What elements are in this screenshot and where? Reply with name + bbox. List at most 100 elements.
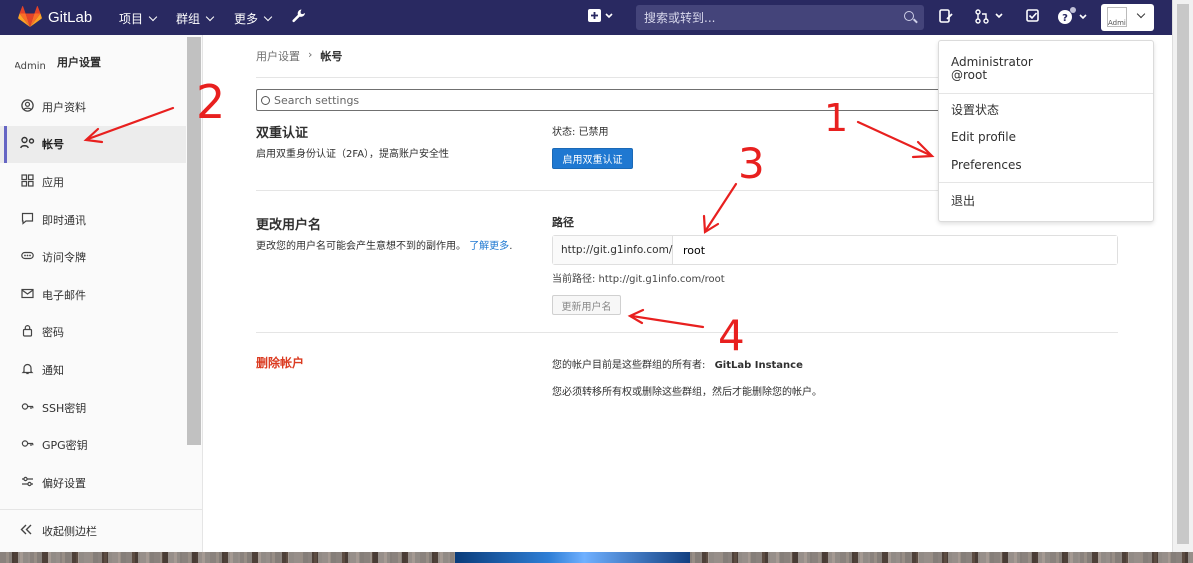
nav-more-label: 更多 (234, 12, 259, 26)
todos-icon[interactable] (1026, 9, 1040, 27)
owner-text: 您的帐户目前是这些群组的所有者: (552, 360, 706, 371)
annotation-arrowhead-4 (627, 308, 645, 325)
sidebar-item-profile[interactable]: 用户资料 (0, 88, 186, 126)
global-search[interactable] (636, 5, 924, 30)
page-scrollbar-thumb[interactable] (1177, 4, 1189, 544)
sidebar-item-applications[interactable]: 应用 (0, 163, 186, 201)
collapse-sidebar-button[interactable]: 收起侧边栏 (0, 509, 202, 552)
annotation-arrowhead-1 (911, 140, 935, 159)
set-status-item[interactable]: 设置状态 (951, 101, 999, 118)
sidebar-item-label: 即时通讯 (42, 213, 86, 227)
dropdown-username[interactable]: @root (951, 68, 987, 82)
chevron-down-icon (263, 12, 273, 22)
user-circle-icon (20, 99, 34, 115)
owner-group-name[interactable]: GitLab Instance (715, 360, 803, 371)
delete-account-title: 删除帐户 (256, 356, 305, 370)
annotation-arrow-4 (630, 314, 705, 329)
admin-wrench-icon[interactable] (291, 8, 307, 28)
double-chevron-left-icon (20, 524, 32, 538)
breadcrumb-parent-link[interactable]: 用户设置 (256, 48, 300, 64)
two-factor-status: 状态: 已禁用 (552, 127, 609, 138)
sidebar-item-emails[interactable]: 电子邮件 (0, 276, 186, 314)
sidebar-item-ssh-keys[interactable]: SSH密钥 (0, 389, 186, 427)
sidebar-item-notifications[interactable]: 通知 (0, 351, 186, 389)
settings-sidebar: Admin 用户设置 用户资料 帐号 应用 即时通讯 访问令牌 电子邮件 密码 … (0, 35, 203, 552)
sidebar-nav: 用户资料 帐号 应用 即时通讯 访问令牌 电子邮件 密码 通知 SSH密钥 GP… (0, 88, 186, 502)
key-icon (20, 437, 34, 453)
gitlab-home-link[interactable]: GitLab (18, 6, 92, 28)
mail-icon (20, 287, 34, 303)
sidebar-item-label: 访问令牌 (42, 251, 86, 265)
sidebar-item-preferences[interactable]: 偏好设置 (0, 464, 186, 502)
global-search-input[interactable] (636, 5, 886, 30)
user-dropdown-menu: Administrator @root 设置状态 Edit profile Pr… (938, 40, 1154, 222)
annotation-number-3: 3 (738, 139, 765, 188)
divider (939, 182, 1153, 183)
merge-requests-icon[interactable] (975, 9, 1005, 28)
settings-search[interactable] (256, 89, 956, 111)
search-icon (261, 95, 270, 105)
chevron-down-icon (205, 12, 215, 22)
annotation-arrowhead-3 (702, 214, 720, 234)
update-username-button[interactable]: 更新用户名 (552, 295, 621, 315)
help-icon[interactable]: ? (1057, 7, 1091, 29)
nav-projects[interactable]: 项目 (119, 10, 158, 27)
sidebar-avatar: Admin (14, 47, 47, 77)
token-icon (20, 249, 34, 265)
sidebar-item-gpg-keys[interactable]: GPG密钥 (0, 426, 186, 464)
key-icon (20, 400, 34, 416)
applications-icon (20, 174, 34, 190)
breadcrumb-separator: › (308, 48, 313, 61)
chevron-down-icon (1136, 9, 1146, 19)
account-icon (20, 136, 35, 152)
sidebar-item-label: GPG密钥 (42, 439, 88, 453)
collapse-sidebar-label: 收起侧边栏 (42, 525, 97, 538)
sidebar-scrollbar[interactable] (187, 37, 201, 445)
nav-more[interactable]: 更多 (234, 10, 273, 27)
gitlab-logo-icon (18, 6, 42, 27)
change-username-title: 更改用户名 (256, 218, 322, 233)
sidebar-item-password[interactable]: 密码 (0, 314, 186, 352)
enable-2fa-button[interactable]: 启用双重认证 (552, 148, 633, 169)
chevron-down-icon (148, 12, 158, 22)
sidebar-item-label: 电子邮件 (42, 288, 86, 302)
settings-search-input[interactable] (274, 93, 934, 107)
sidebar-item-label: 应用 (42, 175, 64, 189)
sidebar-item-label: 帐号 (42, 138, 64, 152)
sidebar-item-account[interactable]: 帐号 (0, 125, 186, 164)
page-scrollbar[interactable] (1172, 0, 1193, 552)
owner-text-row: 您的帐户目前是这些群组的所有者: GitLab Instance (552, 356, 803, 371)
bell-icon (20, 362, 34, 378)
annotation-arrow-1 (856, 120, 932, 157)
issues-icon[interactable] (939, 9, 953, 28)
dropdown-user-name[interactable]: Administrator (951, 55, 1033, 69)
new-item-plus-icon[interactable] (588, 9, 614, 27)
sidebar-item-chat[interactable]: 即时通讯 (0, 201, 186, 239)
chat-icon (20, 212, 34, 228)
nav-groups-label: 群组 (176, 12, 201, 26)
sidebar-item-access-tokens[interactable]: 访问令牌 (0, 238, 186, 276)
learn-more-link[interactable]: 了解更多 (469, 241, 509, 252)
edit-profile-item[interactable]: Edit profile (951, 130, 1016, 144)
nav-projects-label: 项目 (119, 12, 144, 26)
browser-window: GitLab 项目 群组 更多 ? (0, 0, 1172, 552)
url-prefix: http://git.g1info.com/ (553, 236, 673, 264)
brand-name: GitLab (48, 8, 93, 26)
sign-out-item[interactable]: 退出 (951, 192, 975, 209)
preferences-icon (20, 475, 34, 491)
divider (939, 93, 1153, 94)
username-input[interactable] (673, 236, 1117, 264)
preferences-item[interactable]: Preferences (951, 158, 1022, 172)
delete-account-note: 您必须转移所有权或删除这些群组，然后才能删除您的帐户。 (552, 387, 822, 398)
annotation-number-4: 4 (718, 311, 745, 360)
avatar: Administ (1107, 7, 1127, 27)
top-navbar: GitLab 项目 群组 更多 ? (0, 0, 1172, 35)
username-input-group: http://git.g1info.com/ (552, 235, 1118, 265)
sidebar-header[interactable]: Admin 用户设置 (14, 47, 101, 77)
sidebar-avatar-alt: Admin (14, 61, 46, 72)
lock-icon (20, 324, 34, 340)
change-username-text: 更改您的用户名可能会产生意想不到的副作用。 (256, 241, 466, 252)
nav-groups[interactable]: 群组 (176, 10, 215, 27)
user-menu-button[interactable]: Administ (1101, 4, 1154, 31)
divider (256, 332, 1118, 333)
